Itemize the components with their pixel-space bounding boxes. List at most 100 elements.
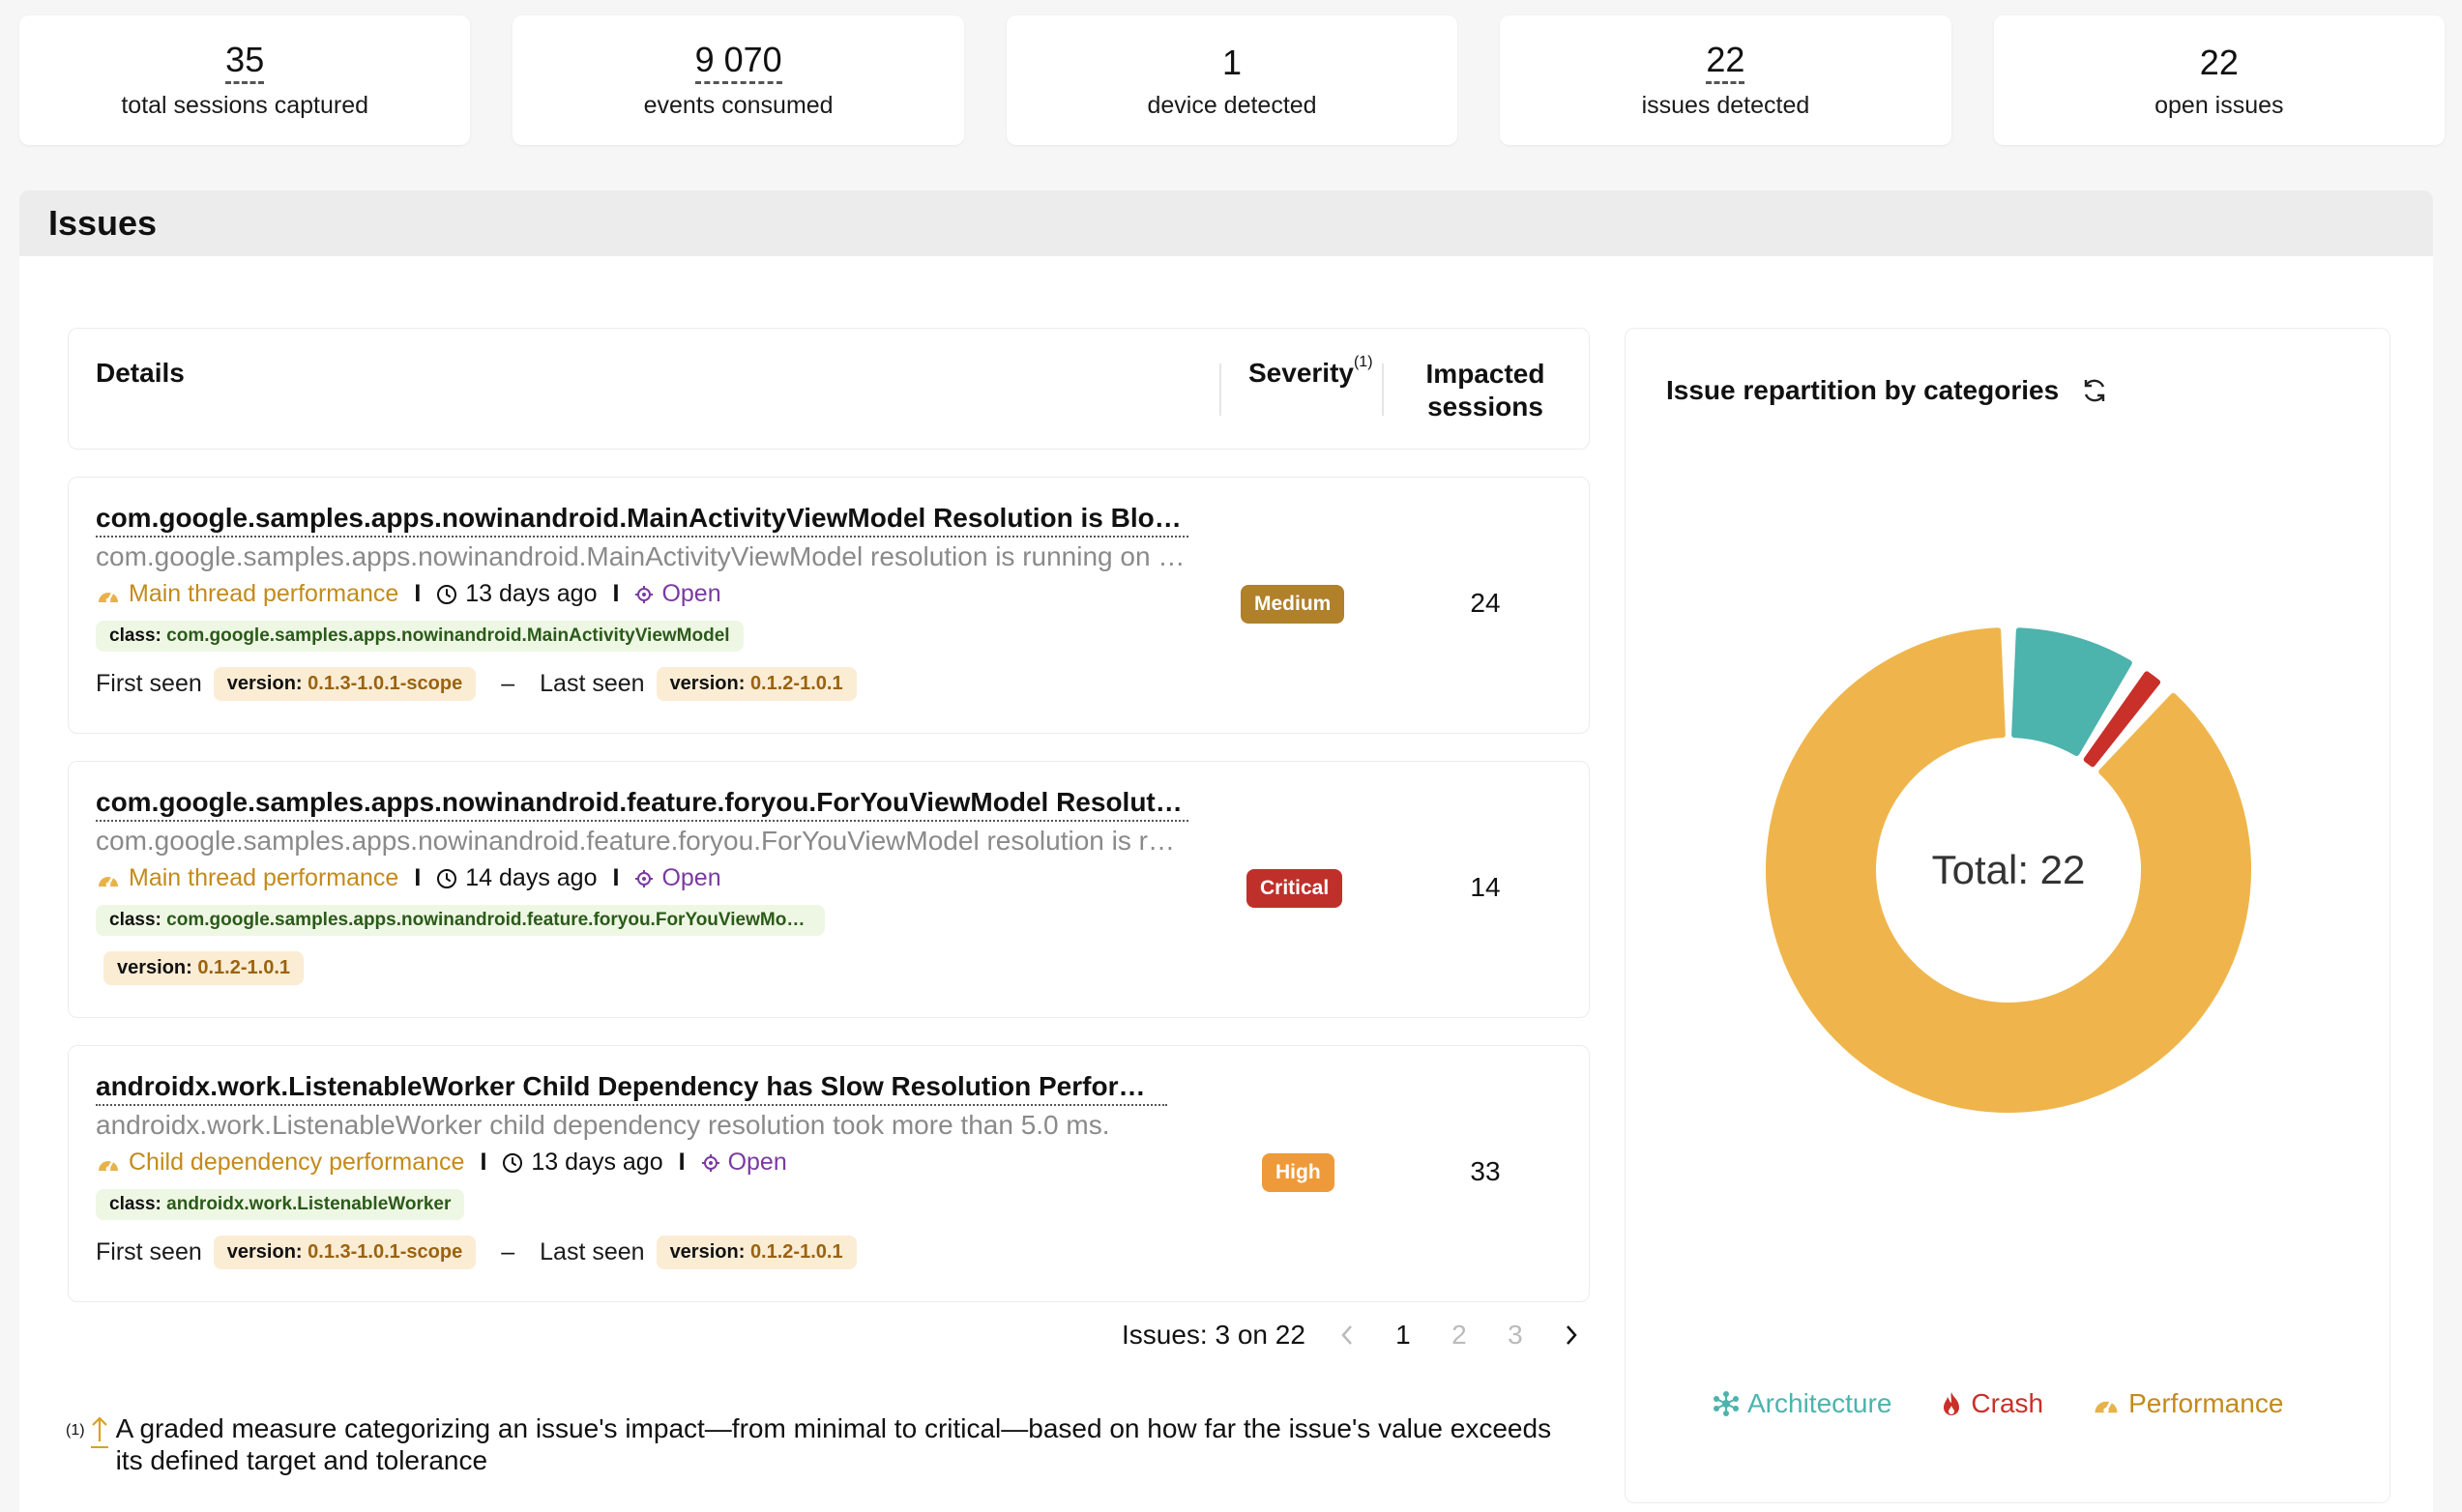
stat-card-events: 9 070 events consumed <box>513 15 964 145</box>
pagination: Issues: 3 on 22 1 2 3 <box>1122 1320 1599 1351</box>
bug-icon <box>635 585 654 603</box>
class-chip: class: com.google.samples.apps.nowinandr… <box>96 621 744 652</box>
issue-title[interactable]: com.google.samples.apps.nowinandroid.fea… <box>96 785 1188 822</box>
issue-title[interactable]: com.google.samples.apps.nowinandroid.Mai… <box>96 501 1188 538</box>
column-divider <box>1382 363 1384 416</box>
impacted-sessions: 14 <box>1470 872 1501 902</box>
category-chart-card: Issue repartition by categories Total: 2… <box>1625 328 2390 1503</box>
last-seen-label: Last seen <box>540 1238 645 1265</box>
column-severity-label: Severity <box>1248 358 1354 388</box>
donut-chart: Total: 22 <box>1766 627 2251 1113</box>
stat-value[interactable]: 9 070 <box>694 41 782 84</box>
version-chip-value: 0.1.3-1.0.1-scope <box>308 673 463 694</box>
clock-icon <box>437 868 457 888</box>
first-seen-label: First seen <box>96 670 202 697</box>
version-info: First seen version: 0.1.3-1.0.1-scope – … <box>96 667 857 701</box>
column-divider <box>1219 363 1221 416</box>
issue-description: com.google.samples.apps.nowinandroid.fea… <box>96 826 1188 856</box>
last-version-chip: version: 0.1.2-1.0.1 <box>656 667 857 701</box>
issue-category-label: Child dependency performance <box>129 1149 465 1176</box>
legend-item-crash[interactable]: Crash <box>1940 1388 2043 1419</box>
issue-category: Child dependency performance <box>96 1149 464 1177</box>
version-chip: version: 0.1.2-1.0.1 <box>103 951 304 985</box>
issue-status: Open <box>701 1149 787 1177</box>
stat-value: 1 <box>1222 42 1243 82</box>
class-chip: class: androidx.work.ListenableWorker <box>96 1189 465 1220</box>
stat-card-issues: 22 issues detected <box>1500 15 1951 145</box>
issue-time-label: 13 days ago <box>465 580 598 607</box>
severity-badge: Critical <box>1246 869 1343 908</box>
page-1-button[interactable]: 1 <box>1375 1320 1431 1351</box>
footnote-mark-label: (1) <box>66 1422 85 1439</box>
issue-category: Main thread performance <box>96 864 398 892</box>
version-chip-label: version: <box>669 673 746 694</box>
stat-value[interactable]: 22 <box>1706 41 1745 84</box>
last-version-chip: version: 0.1.2-1.0.1 <box>656 1236 857 1269</box>
meta-separator: I <box>414 580 422 607</box>
issue-meta: Main thread performance I 13 days ago I … <box>96 580 721 608</box>
version-chip-value: 0.1.2-1.0.1 <box>197 957 290 978</box>
clock-icon <box>503 1152 523 1173</box>
class-chip-value: com.google.samples.apps.nowinandroid.fea… <box>166 910 813 930</box>
stat-label: device detected <box>1147 91 1317 119</box>
class-chip-label: class: <box>109 1194 161 1214</box>
stat-value[interactable]: 35 <box>225 41 265 84</box>
version-chip-label: version: <box>117 957 192 978</box>
stat-card-sessions: 35 total sessions captured <box>19 15 471 145</box>
issue-time: 13 days ago <box>436 580 597 608</box>
flame-icon <box>1944 1392 1960 1415</box>
version-chip-label: version: <box>669 1241 746 1263</box>
page-2-button[interactable]: 2 <box>1431 1320 1487 1351</box>
stat-card-open-issues: 22 open issues <box>1993 15 2446 145</box>
class-chip: class: com.google.samples.apps.nowinandr… <box>96 905 825 936</box>
issue-category-label: Main thread performance <box>129 864 399 891</box>
legend-item-performance[interactable]: Performance <box>2092 1388 2283 1419</box>
footnote-mark[interactable]: (1) <box>66 1412 110 1476</box>
bug-icon <box>701 1153 719 1172</box>
class-chip-value: androidx.work.ListenableWorker <box>166 1194 452 1214</box>
issues-panel: Issues Details Severity(1) Impacted sess… <box>19 190 2433 1512</box>
issues-table-header: Details Severity(1) Impacted sessions <box>68 328 1590 450</box>
issue-status: Open <box>634 580 721 608</box>
version-chip-value: 0.1.3-1.0.1-scope <box>308 1241 463 1263</box>
class-chip-value: com.google.samples.apps.nowinandroid.Mai… <box>166 625 730 646</box>
panel-header: Issues <box>19 190 2433 256</box>
issue-row[interactable]: com.google.samples.apps.nowinandroid.Mai… <box>68 477 1590 734</box>
meta-separator: I <box>414 864 422 891</box>
version-info: First seen version: 0.1.3-1.0.1-scope – … <box>96 1236 857 1269</box>
legend-item-architecture[interactable]: Architecture <box>1713 1388 1891 1419</box>
arrow-up-icon <box>90 1416 108 1448</box>
chart-legend: Architecture Crash Performance <box>1713 1388 2283 1419</box>
version-chip-label: version: <box>226 1241 303 1263</box>
gauge-icon <box>99 1158 118 1171</box>
issue-category-label: Main thread performance <box>129 580 399 607</box>
issue-status: Open <box>634 864 721 892</box>
issue-time-label: 14 days ago <box>465 864 598 891</box>
version-chip-value: 0.1.2-1.0.1 <box>749 1241 843 1263</box>
chevron-right-icon <box>1566 1325 1577 1345</box>
class-chip-label: class: <box>109 625 161 646</box>
legend-label: Crash <box>1971 1388 2044 1418</box>
issue-row[interactable]: com.google.samples.apps.nowinandroid.fea… <box>68 761 1590 1018</box>
issue-status-label: Open <box>661 580 721 607</box>
version-chip-value: 0.1.2-1.0.1 <box>749 673 843 694</box>
footnote-text: A graded measure categorizing an issue's… <box>115 1413 1552 1475</box>
prev-page-button[interactable] <box>1319 1323 1375 1347</box>
first-version-chip: version: 0.1.3-1.0.1-scope <box>213 1236 477 1269</box>
column-severity: Severity(1) <box>1248 354 1373 389</box>
page-3-button[interactable]: 3 <box>1487 1320 1543 1351</box>
clock-icon <box>437 584 457 604</box>
bug-icon <box>635 869 654 887</box>
meta-separator: I <box>678 1149 686 1176</box>
meta-separator: I <box>612 580 620 607</box>
issue-row[interactable]: androidx.work.ListenableWorker Child Dep… <box>68 1045 1590 1302</box>
stat-label: total sessions captured <box>121 92 369 119</box>
architecture-icon <box>1714 1391 1739 1416</box>
next-page-button[interactable] <box>1543 1323 1599 1347</box>
issue-title[interactable]: androidx.work.ListenableWorker Child Dep… <box>96 1069 1167 1106</box>
version-separator: – <box>501 1238 515 1265</box>
legend-label: Architecture <box>1747 1388 1892 1418</box>
column-impacted: Impacted sessions <box>1425 359 1545 422</box>
issue-description: androidx.work.ListenableWorker child dep… <box>96 1110 1110 1140</box>
last-seen-label: Last seen <box>540 670 645 697</box>
